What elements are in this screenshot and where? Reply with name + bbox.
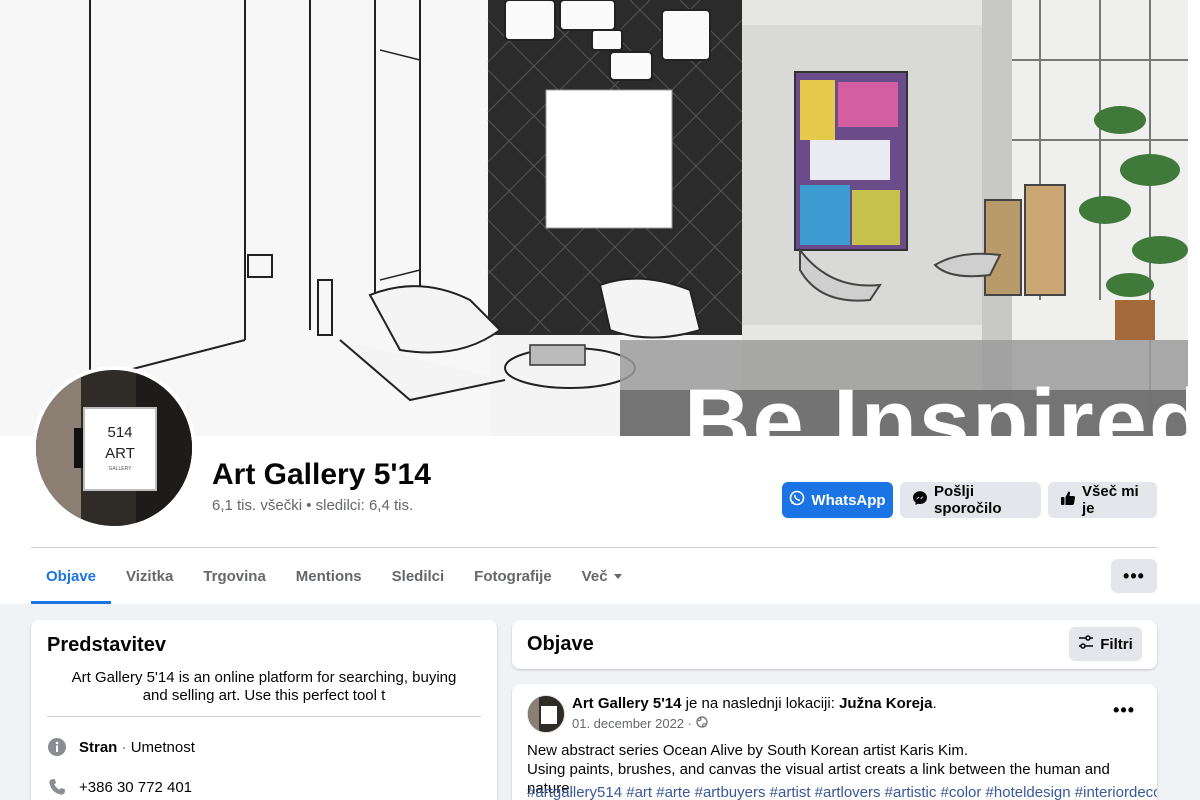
posts-title: Objave bbox=[527, 633, 594, 655]
like-button[interactable]: Všeč mi je bbox=[1048, 482, 1157, 518]
whatsapp-label: WhatsApp bbox=[811, 491, 886, 509]
category-value[interactable]: Umetnost bbox=[131, 739, 195, 756]
posts-header-card: Objave Filtri bbox=[512, 620, 1157, 669]
send-message-button[interactable]: Pošlji sporočilo bbox=[900, 482, 1041, 518]
gallery-sign-logo: 514 ART GALLERY bbox=[36, 370, 192, 526]
intro-title: Predstavitev bbox=[47, 634, 166, 656]
tab-trgovina[interactable]: Trgovina bbox=[188, 548, 281, 604]
filter-label: Filtri bbox=[1100, 635, 1133, 653]
cover-slogan: Be Inspired bbox=[684, 371, 1188, 436]
page-stats[interactable]: 6,1 tis. všečki • sledilci: 6,4 tis. bbox=[212, 497, 413, 514]
tab-fotografije[interactable]: Fotografije bbox=[459, 548, 567, 604]
post-header-line: Art Gallery 5'14 je na naslednji lokacij… bbox=[572, 695, 937, 712]
send-message-label: Pošlji sporočilo bbox=[934, 483, 1002, 517]
post-hashtags[interactable]: #artgallery514 #art #arte #artbuyers #ar… bbox=[527, 784, 1157, 800]
thumbs-up-icon bbox=[1060, 490, 1076, 510]
filter-button[interactable]: Filtri bbox=[1069, 627, 1142, 661]
tab-vec[interactable]: Več bbox=[567, 548, 637, 604]
phone-icon bbox=[47, 777, 67, 797]
post-author-avatar[interactable] bbox=[527, 695, 565, 733]
info-icon bbox=[47, 737, 67, 757]
page-tabs: Objave Vizitka Trgovina Mentions Sledilc… bbox=[31, 548, 637, 604]
category-separator: · bbox=[117, 738, 131, 756]
page-title: Art Gallery 5'14 bbox=[212, 458, 431, 491]
post-menu-button[interactable]: ••• bbox=[1113, 700, 1135, 721]
logo-line-3: GALLERY bbox=[109, 466, 133, 472]
phone-row: +386 30 772 401 bbox=[47, 777, 192, 797]
post-body-line-1: New abstract series Ocean Alive by South… bbox=[527, 742, 969, 759]
category-label: Stran bbox=[79, 738, 118, 756]
intro-divider bbox=[47, 716, 481, 717]
post-location[interactable]: Južna Koreja bbox=[839, 695, 932, 712]
logo-line-2: ART bbox=[105, 445, 135, 462]
post-card: Art Gallery 5'14 je na naslednji lokacij… bbox=[512, 684, 1157, 800]
intro-description: Art Gallery 5'14 is an online platform f… bbox=[71, 669, 457, 704]
tab-objave[interactable]: Objave bbox=[31, 548, 112, 604]
post-location-prefix: je na naslednji lokaciji: bbox=[681, 695, 840, 712]
filter-icon bbox=[1078, 634, 1094, 654]
globe-icon bbox=[696, 716, 708, 731]
phone-number[interactable]: +386 30 772 401 bbox=[79, 779, 192, 796]
post-location-suffix: . bbox=[932, 695, 937, 712]
logo-line-1: 514 bbox=[107, 424, 132, 441]
tab-sledilci[interactable]: Sledilci bbox=[377, 548, 460, 604]
whatsapp-button[interactable]: WhatsApp bbox=[782, 482, 893, 518]
like-label: Všeč mi je bbox=[1082, 483, 1139, 517]
tab-vizitka[interactable]: Vizitka bbox=[111, 548, 188, 604]
post-date[interactable]: 01. december 2022 · bbox=[572, 716, 692, 731]
more-options-button[interactable]: ••• bbox=[1111, 559, 1157, 593]
tab-mentions[interactable]: Mentions bbox=[281, 548, 377, 604]
post-meta: 01. december 2022 · bbox=[572, 716, 708, 731]
intro-card: Predstavitev Art Gallery 5'14 is an onli… bbox=[31, 620, 497, 800]
profile-picture[interactable]: 514 ART GALLERY bbox=[32, 366, 196, 530]
post-author-name[interactable]: Art Gallery 5'14 bbox=[572, 695, 681, 712]
category-row: Stran · Umetnost bbox=[47, 737, 195, 757]
page-header-area: Be Inspired 514 ART GALLERY Art Gallery … bbox=[0, 0, 1200, 604]
messenger-icon bbox=[912, 490, 928, 510]
whatsapp-icon bbox=[789, 490, 805, 510]
chevron-down-icon bbox=[613, 573, 622, 579]
